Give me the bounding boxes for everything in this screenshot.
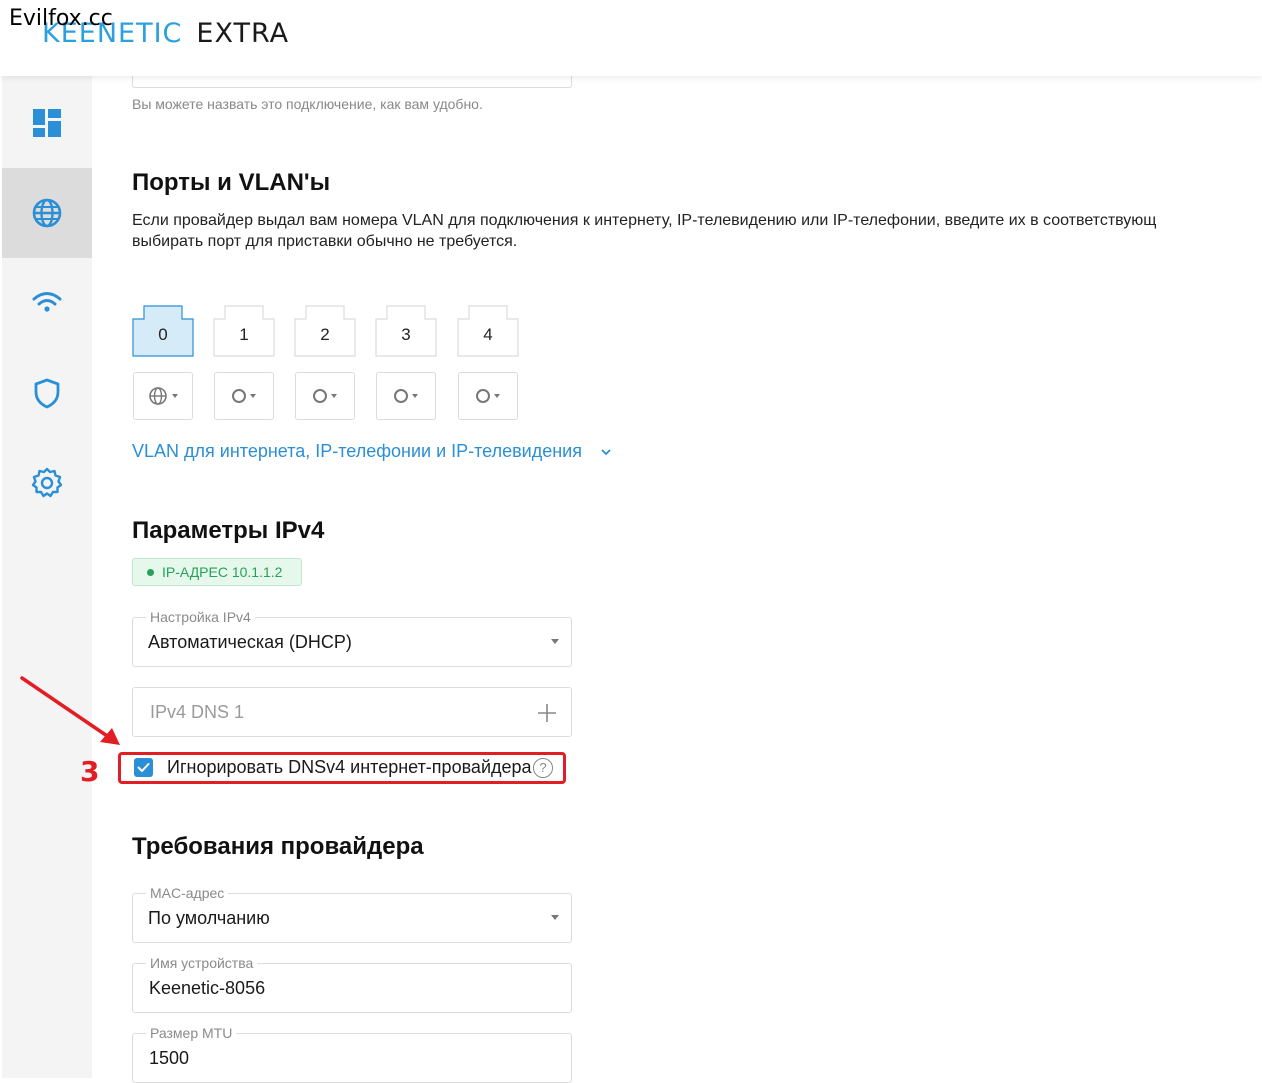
sidebar-item-security[interactable] <box>2 348 92 438</box>
help-icon[interactable]: ? <box>533 758 553 778</box>
provider-section-title: Требования провайдера <box>132 833 424 860</box>
ports-description-line1: Если провайдер выдал вам номера VLAN для… <box>132 212 1157 229</box>
mtu-size-field[interactable]: Размер MTU 1500 <box>132 1025 572 1083</box>
ignore-dns-label: Игнорировать DNSv4 интернет-провайдера <box>167 757 532 777</box>
port-0[interactable]: 0 <box>132 305 194 357</box>
port-4-mode-select[interactable] <box>458 372 518 420</box>
port-number: 4 <box>483 325 493 344</box>
chevron-down-icon <box>331 394 337 398</box>
main-content: Вы можете назвать это подключение, как в… <box>20 0 1262 1083</box>
app-header: KEENETIC EXTRA <box>0 0 1262 76</box>
port-4[interactable]: 4 <box>457 305 519 357</box>
port-0-mode-select[interactable] <box>133 372 193 420</box>
ports-description-line2: выбирать порт для приставки обычно не тр… <box>132 233 518 250</box>
ipv4-setting-select[interactable]: Настройка IPv4 Автоматическая (DHCP) <box>132 609 572 667</box>
globe-icon <box>32 198 62 228</box>
chevron-down-icon <box>551 639 559 644</box>
watermark-text: Evilfox.cc <box>9 6 113 31</box>
device-name-value: Keenetic-8056 <box>149 978 266 998</box>
plus-icon[interactable] <box>537 703 557 723</box>
ip-address-text: IP-АДРЕС 10.1.1.2 <box>162 564 283 580</box>
chevron-down-icon <box>601 449 611 456</box>
vlan-settings-link[interactable]: VLAN для интернета, IP-телефонии и IP-те… <box>132 441 613 462</box>
circle-icon <box>394 389 408 403</box>
device-name-label: Имя устройства <box>146 955 258 971</box>
vlan-link-text: VLAN для интернета, IP-телефонии и IP-те… <box>132 441 582 461</box>
port-2[interactable]: 2 <box>294 305 356 357</box>
port-3-mode-select[interactable] <box>376 372 436 420</box>
port-number: 1 <box>239 325 249 344</box>
ipv4-setting-value: Автоматическая (DHCP) <box>148 632 352 652</box>
chevron-down-icon <box>412 394 418 398</box>
port-3[interactable]: 3 <box>375 305 437 357</box>
port-1[interactable]: 1 <box>213 305 275 357</box>
circle-icon <box>313 389 327 403</box>
checkmark-icon <box>137 763 150 772</box>
ipv4-dns-field[interactable]: IPv4 DNS 1 <box>132 687 572 737</box>
mac-address-label: MAC-адрес <box>146 885 229 901</box>
annotation-step-number: 3 <box>80 755 100 788</box>
dashboard-icon <box>33 109 61 137</box>
ipv4-section-title: Параметры IPv4 <box>132 517 325 544</box>
device-name-field[interactable]: Имя устройства Keenetic-8056 <box>132 955 572 1013</box>
mtu-size-value: 1500 <box>149 1048 190 1068</box>
port-2-mode-select[interactable] <box>295 372 355 420</box>
sidebar-item-internet[interactable] <box>2 168 92 258</box>
shield-icon <box>34 378 60 409</box>
mtu-size-label: Размер MTU <box>146 1025 237 1041</box>
gear-icon <box>31 467 63 498</box>
ports-section-title: Порты и VLAN'ы <box>132 169 331 196</box>
status-dot-icon <box>147 568 154 576</box>
ignore-dns-checkbox[interactable] <box>134 758 153 777</box>
port-number: 0 <box>158 325 168 344</box>
port-number: 3 <box>401 325 411 344</box>
chevron-down-icon <box>250 394 256 398</box>
chevron-down-icon <box>494 394 500 398</box>
mac-address-value: По умолчанию <box>148 908 270 928</box>
logo-model: EXTRA <box>196 18 290 49</box>
annotation-arrow-icon <box>20 676 120 745</box>
port-1-mode-select[interactable] <box>214 372 274 420</box>
chevron-down-icon <box>551 915 559 920</box>
sidebar <box>2 76 92 1078</box>
ipv4-dns-placeholder: IPv4 DNS 1 <box>150 702 245 722</box>
sidebar-item-settings[interactable] <box>2 438 92 528</box>
sidebar-item-wifi[interactable] <box>2 258 92 348</box>
connection-name-hint: Вы можете назвать это подключение, как в… <box>132 96 483 112</box>
mac-address-select[interactable]: MAC-адрес По умолчанию <box>132 885 572 943</box>
ipv4-setting-label: Настройка IPv4 <box>146 609 255 625</box>
wifi-icon <box>32 292 62 312</box>
globe-icon <box>149 387 167 405</box>
circle-icon <box>476 389 490 403</box>
ip-address-badge: IP-АДРЕС 10.1.1.2 <box>132 558 302 586</box>
circle-icon <box>232 389 246 403</box>
chevron-down-icon <box>172 394 178 398</box>
port-number: 2 <box>320 325 330 344</box>
sidebar-item-dashboard[interactable] <box>2 78 92 168</box>
